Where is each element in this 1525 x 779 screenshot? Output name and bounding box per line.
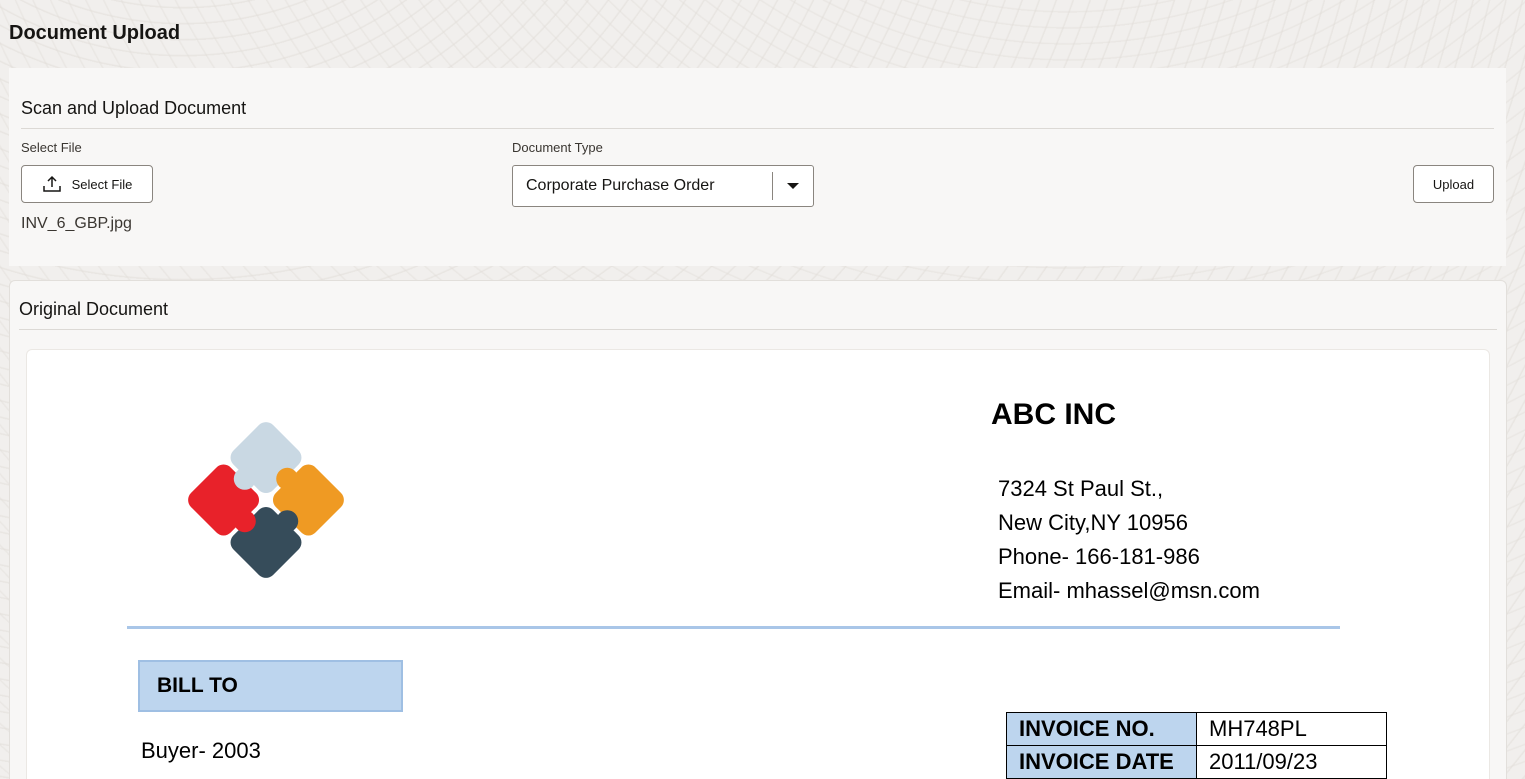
page-title: Document Upload xyxy=(9,22,181,44)
select-file-button-label: Select File xyxy=(71,176,133,192)
invoice-date-label: INVOICE DATE xyxy=(1006,745,1197,779)
table-row: INVOICE NO. MH748PL xyxy=(1006,712,1387,746)
scan-upload-panel: Scan and Upload Document Select File Sel… xyxy=(9,68,1506,266)
section-divider xyxy=(19,329,1497,330)
phone-line: Phone- 166-181-986 xyxy=(998,544,1200,569)
document-preview[interactable]: ABC INC 7324 St Paul St., New City,NY 10… xyxy=(26,349,1490,779)
invoice-number-value: MH748PL xyxy=(1196,712,1387,746)
invoice-details-table: INVOICE NO. MH748PL INVOICE DATE 2011/09… xyxy=(1006,712,1387,779)
upload-button[interactable]: Upload xyxy=(1413,165,1494,203)
caret-down-icon[interactable] xyxy=(787,183,799,189)
address-line: 7324 St Paul St., xyxy=(998,476,1164,501)
select-file-button[interactable]: Select File xyxy=(21,165,153,203)
section-divider xyxy=(21,128,1494,129)
company-name: ABC INC xyxy=(991,398,1116,431)
email-line: Email- mhassel@msn.com xyxy=(998,578,1260,603)
upload-icon xyxy=(42,175,61,192)
select-file-label: Select File xyxy=(21,140,82,155)
document-type-select[interactable]: Corporate Purchase Order xyxy=(512,165,814,207)
header-rule xyxy=(127,626,1340,629)
selected-file-name: INV_6_GBP.jpg xyxy=(21,215,132,232)
puzzle-logo-icon xyxy=(188,422,344,578)
scan-section-title: Scan and Upload Document xyxy=(21,98,247,118)
address-line: New City,NY 10956 xyxy=(998,510,1188,535)
document-type-value: Corporate Purchase Order xyxy=(526,177,715,194)
bill-to-heading: BILL TO xyxy=(138,660,403,712)
invoice-number-label: INVOICE NO. xyxy=(1006,712,1197,746)
original-document-panel: Original Document ABC INC 7324 St Paul S… xyxy=(9,280,1507,779)
original-document-title: Original Document xyxy=(19,299,169,319)
select-separator xyxy=(772,172,773,200)
table-row: INVOICE DATE 2011/09/23 xyxy=(1006,745,1387,779)
document-type-label: Document Type xyxy=(512,140,603,155)
buyer-name: Buyer- 2003 xyxy=(141,738,261,763)
invoice-date-value: 2011/09/23 xyxy=(1196,745,1387,779)
